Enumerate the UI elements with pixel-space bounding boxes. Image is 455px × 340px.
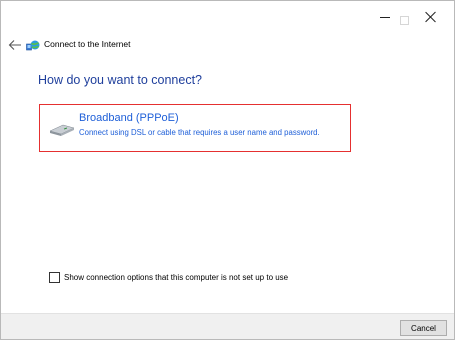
close-icon — [425, 11, 437, 23]
show-options-row[interactable]: Show connection options that this comput… — [49, 272, 288, 283]
window-title: Connect to the Internet — [44, 39, 131, 49]
title-bar — [1, 1, 454, 33]
show-options-checkbox[interactable] — [49, 272, 60, 283]
back-arrow-icon[interactable] — [8, 39, 22, 51]
cancel-button[interactable]: Cancel — [400, 320, 447, 336]
option-description: Connect using DSL or cable that requires… — [79, 128, 320, 137]
modem-icon — [49, 124, 75, 136]
broadband-pppoe-option[interactable]: Broadband (PPPoE) Connect using DSL or c… — [39, 104, 351, 152]
close-button[interactable] — [408, 1, 454, 33]
show-options-label: Show connection options that this comput… — [64, 273, 289, 282]
minimize-icon — [380, 16, 390, 18]
page-heading: How do you want to connect? — [38, 73, 202, 87]
wizard-window: Connect to the Internet How do you want … — [0, 0, 455, 340]
dialog-footer: Cancel — [1, 313, 454, 339]
network-globe-icon — [26, 40, 40, 51]
option-title: Broadband (PPPoE) — [79, 112, 179, 124]
